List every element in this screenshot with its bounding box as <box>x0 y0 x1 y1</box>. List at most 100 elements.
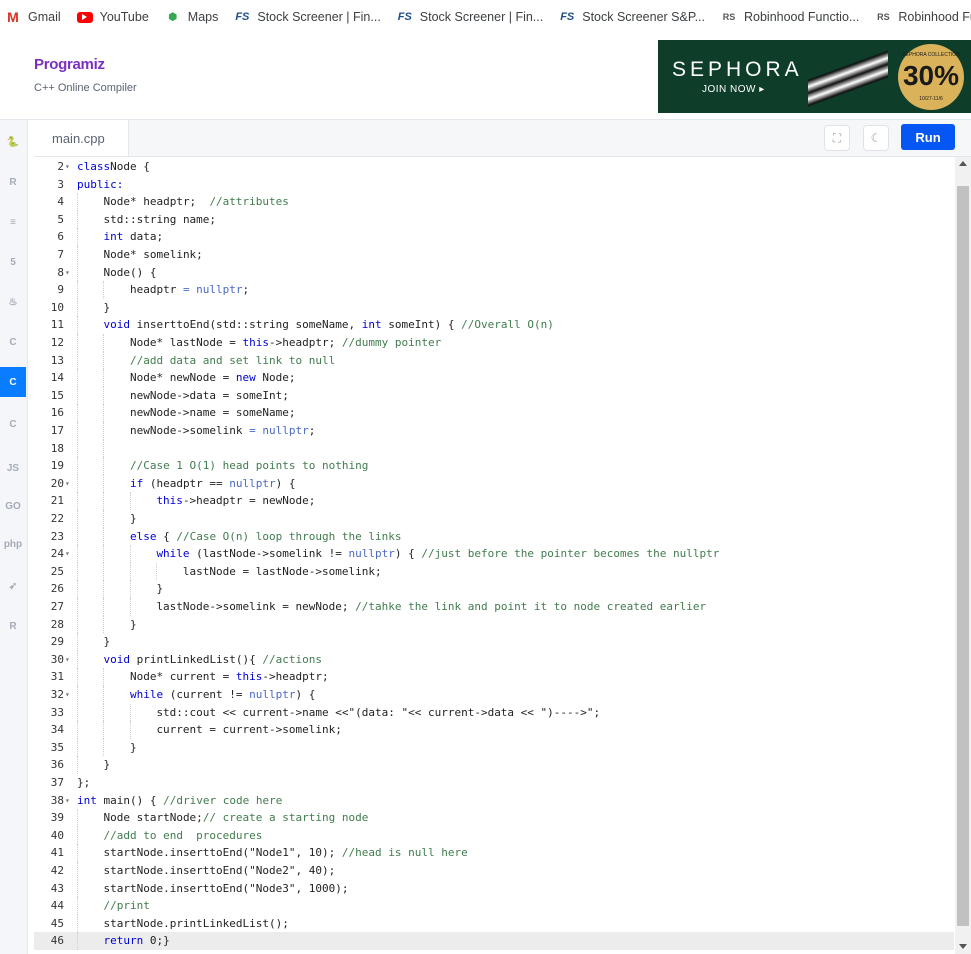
code-line[interactable]: 33 std::cout << current->name <<"(data: "… <box>34 703 954 722</box>
code-text: Node* lastNode = this->headptr; //dummy … <box>130 334 441 352</box>
code-line[interactable]: 23 else { //Case O(n) loop through the li… <box>34 527 954 546</box>
bookmark-label: Stock Screener | Fin... <box>419 10 544 24</box>
line-number: 41 <box>50 846 64 860</box>
csharp-icon[interactable]: C <box>2 412 24 436</box>
code-line[interactable]: 20 ▾ if (headptr == nullptr) { <box>34 474 954 493</box>
bookmark-item[interactable]: ⬢ Maps <box>165 10 218 24</box>
code-token: current = current->somelink; <box>156 723 342 737</box>
code-line[interactable]: 19 //Case 1 O(1) head points to nothing <box>34 457 954 475</box>
bookmark-item[interactable]: M Gmail <box>5 9 61 25</box>
code-line[interactable]: 34 current = current->somelink; <box>34 721 954 739</box>
swift-icon[interactable]: ➶ <box>2 574 24 598</box>
code-line[interactable]: 13 //add data and set link to null <box>34 351 954 370</box>
code-line[interactable]: 17 newNode->somelink = nullptr; <box>34 422 954 440</box>
fold-arrow-icon[interactable]: ▾ <box>65 792 70 810</box>
code-line[interactable]: 42 startNode.inserttoEnd("Node2", 40); <box>34 862 954 880</box>
php-icon[interactable]: php <box>2 532 24 556</box>
run-button[interactable]: Run <box>901 124 955 150</box>
indent-guide <box>77 650 78 669</box>
bookmark-item[interactable]: FS Stock Screener | Fin... <box>397 10 543 24</box>
code-line[interactable]: 24 ▾ while (lastNode->somelink != nullptr)… <box>34 545 954 563</box>
code-line[interactable]: 27 lastNode->somelink = newNode; //tahke … <box>34 598 954 616</box>
code-token: startNode.inserttoEnd("Node1", 10); <box>103 846 342 860</box>
ad-cta[interactable]: JOIN NOW ▸ <box>702 84 765 95</box>
tab-main-cpp[interactable]: main.cpp <box>34 120 129 156</box>
code-line[interactable]: 8 ▾ Node() { <box>34 263 954 282</box>
code-line[interactable]: 35} <box>34 738 954 757</box>
code-line[interactable]: 25 lastNode = lastNode->somelink; <box>34 562 954 581</box>
code-token: data; <box>123 230 164 244</box>
code-line[interactable]: 32 ▾ while (current != nullptr) { <box>34 686 954 704</box>
fold-arrow-icon[interactable]: ▾ <box>65 545 70 563</box>
bookmark-item[interactable]: RS Robinhood Functio... <box>875 10 971 24</box>
c-icon[interactable]: C <box>2 330 24 354</box>
line-number: 35 <box>50 740 64 754</box>
code-line[interactable]: 39 Node startNode;// create a starting no… <box>34 809 954 827</box>
programiz-logo[interactable]: Programiz <box>34 56 105 73</box>
code-line[interactable]: 28} <box>34 615 954 634</box>
code-line[interactable]: 5 std::string name; <box>34 210 954 229</box>
fold-arrow-icon[interactable]: ▾ <box>65 651 70 669</box>
cpp-icon[interactable]: C <box>0 367 26 397</box>
fold-arrow-icon[interactable]: ▾ <box>65 264 70 282</box>
code-line[interactable]: 3 public: <box>34 176 954 194</box>
code-line[interactable]: 46 return 0;} <box>34 932 954 950</box>
bookmark-item[interactable]: FS Stock Screener S&P... <box>559 10 705 24</box>
bookmark-item[interactable]: RS Robinhood Functio... <box>721 10 860 24</box>
fold-arrow-icon[interactable]: ▾ <box>65 475 70 493</box>
code-line[interactable]: 26} <box>34 580 954 598</box>
code-line[interactable]: 30 ▾ void printLinkedList(){ //actions <box>34 650 954 669</box>
js-icon[interactable]: JS <box>2 456 24 480</box>
bookmark-item[interactable]: YouTube <box>76 10 149 24</box>
code-line[interactable]: 38 ▾ int main() { //driver code here <box>34 792 954 810</box>
code-line[interactable]: 14 Node* newNode = new Node; <box>34 369 954 387</box>
scroll-up-arrow-icon[interactable] <box>959 161 967 166</box>
fullscreen-icon[interactable]: ⛶ <box>824 125 850 151</box>
bookmark-item[interactable]: FS Stock Screener | Fin... <box>234 10 380 24</box>
java-icon[interactable]: ♨ <box>2 290 24 314</box>
code-line[interactable]: 41 startNode.inserttoEnd("Node1", 10); //… <box>34 844 954 862</box>
dark-mode-toggle-icon[interactable]: ☾ <box>863 125 889 151</box>
code-line[interactable]: 16 newNode->name = someName; <box>34 404 954 422</box>
sephora-ad-banner[interactable]: SEPHORA JOIN NOW ▸ SEPHORA COLLECTION 30… <box>658 40 971 113</box>
scrollbar-thumb[interactable] <box>957 186 969 926</box>
editor-scrollbar[interactable] <box>955 157 971 954</box>
code-line[interactable]: 36} <box>34 756 954 774</box>
code-line[interactable]: 40 //add to end procedures <box>34 826 954 845</box>
code-line[interactable]: 29} <box>34 633 954 651</box>
code-line[interactable]: 2 ▾ classNode { <box>34 158 954 176</box>
code-line[interactable]: 22} <box>34 510 954 528</box>
indent-guide <box>103 492 105 510</box>
code-line[interactable]: 44 //print <box>34 897 954 915</box>
html-icon[interactable]: 5 <box>2 250 24 274</box>
scroll-down-arrow-icon[interactable] <box>959 944 967 949</box>
indent-guide <box>77 527 78 546</box>
indent-guide <box>129 545 131 563</box>
code-line[interactable]: 37}; <box>34 774 954 792</box>
go-icon[interactable]: GO <box>2 494 24 518</box>
code-line[interactable]: 7 Node* somelink; <box>34 246 954 264</box>
code-line[interactable]: 11 void inserttoEnd(std::string someName,… <box>34 316 954 334</box>
code-line[interactable]: 45 startNode.printLinkedList(); <box>34 914 954 933</box>
code-line[interactable]: 31 Node* current = this->headptr; <box>34 668 954 686</box>
code-line[interactable]: 4 Node* headptr; //attributes <box>34 193 954 211</box>
rust-icon[interactable]: R <box>2 614 24 638</box>
code-token: } <box>129 512 137 525</box>
code-line[interactable]: 6 int data; <box>34 228 954 246</box>
python-icon[interactable]: 🐍 <box>2 130 24 154</box>
line-number: 17 <box>50 424 64 437</box>
code-line[interactable]: 43 startNode.inserttoEnd("Node3", 1000); <box>34 879 954 898</box>
code-line[interactable]: 15 newNode->data = someInt; <box>34 386 954 405</box>
code-line[interactable]: 9 headptr = nullptr; <box>34 281 954 299</box>
code-editor[interactable]: 2 ▾ classNode {3 public: 4 Node* headptr; //a… <box>34 157 954 954</box>
code-text: else { //Case O(n) loop through the link… <box>130 528 402 546</box>
r-icon[interactable]: R <box>2 170 24 194</box>
code-line[interactable]: 21 this->headptr = newNode; <box>34 492 954 510</box>
code-line[interactable]: 12 Node* lastNode = this->headptr; //dumm… <box>34 334 954 352</box>
sql-icon[interactable]: ≡ <box>2 210 24 234</box>
code-line[interactable]: 10} <box>34 298 954 317</box>
fold-arrow-icon[interactable]: ▾ <box>65 686 70 704</box>
code-line[interactable]: 18 <box>34 439 954 458</box>
code-token: ) { <box>275 476 296 490</box>
fold-arrow-icon[interactable]: ▾ <box>65 158 70 176</box>
